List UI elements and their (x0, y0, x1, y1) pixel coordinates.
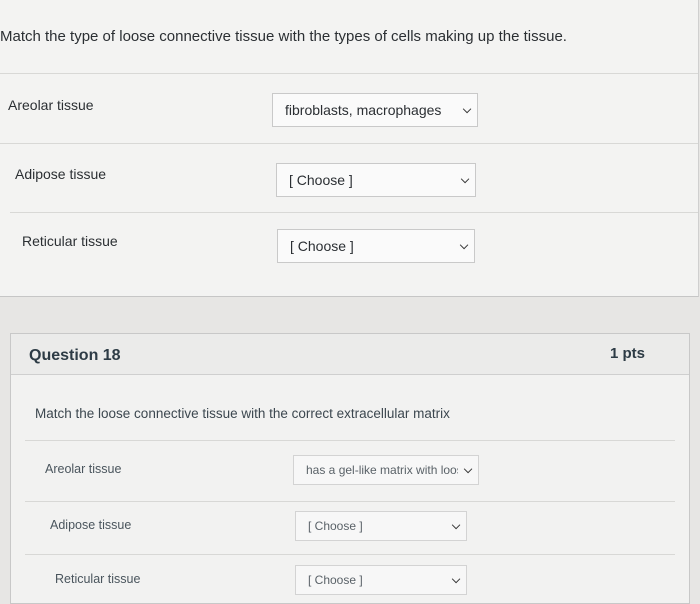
q18-select-adipose[interactable]: [ Choose ] ⌵ (295, 511, 467, 541)
question-header: Question 18 1 pts (11, 334, 689, 375)
q17-select-value: [ Choose ] (289, 172, 353, 188)
q17-select-adipose[interactable]: [ Choose ] ⌵ (276, 163, 476, 197)
question-points: 1 pts (609, 345, 645, 362)
q18-row-label-areolar: Areolar tissue (45, 462, 122, 476)
q18-row-label-adipose: Adipose tissue (50, 518, 132, 532)
divider (0, 143, 698, 144)
q18-select-value: has a gel-like matrix with loos (306, 463, 458, 477)
divider (25, 440, 675, 441)
q17-row-label-adipose: Adipose tissue (15, 166, 107, 182)
chevron-down-icon: ⌵ (463, 463, 473, 476)
question-17-panel: Match the type of loose connective tissu… (0, 0, 699, 297)
q18-row-label-reticular: Reticular tissue (55, 572, 141, 586)
question-18-card: Question 18 1 pts Match the loose connec… (10, 333, 690, 604)
q17-row-label-areolar: Areolar tissue (8, 97, 94, 113)
chevron-down-icon: ⌵ (459, 239, 469, 252)
q18-select-value: [ Choose ] (308, 573, 363, 587)
chevron-down-icon: ⌵ (451, 573, 461, 586)
q17-select-value: fibroblasts, macrophages (285, 102, 442, 118)
q17-select-value: [ Choose ] (290, 238, 354, 254)
q17-select-areolar[interactable]: fibroblasts, macrophages ⌵ (272, 93, 478, 127)
divider (0, 73, 698, 74)
question-title: Question 18 (29, 347, 121, 364)
chevron-down-icon: ⌵ (462, 103, 472, 116)
q18-select-areolar[interactable]: has a gel-like matrix with loos ⌵ (293, 455, 479, 485)
chevron-down-icon: ⌵ (451, 519, 461, 532)
question-17-instruction: Match the type of loose connective tissu… (0, 28, 567, 45)
chevron-down-icon: ⌵ (460, 173, 470, 186)
q18-select-value: [ Choose ] (308, 519, 363, 533)
question-18-instruction: Match the loose connective tissue with t… (35, 406, 450, 421)
q18-select-reticular[interactable]: [ Choose ] ⌵ (295, 565, 467, 595)
divider (25, 501, 675, 502)
q17-select-reticular[interactable]: [ Choose ] ⌵ (277, 229, 475, 263)
divider (10, 212, 698, 213)
divider (25, 554, 675, 555)
q17-row-label-reticular: Reticular tissue (22, 233, 118, 249)
